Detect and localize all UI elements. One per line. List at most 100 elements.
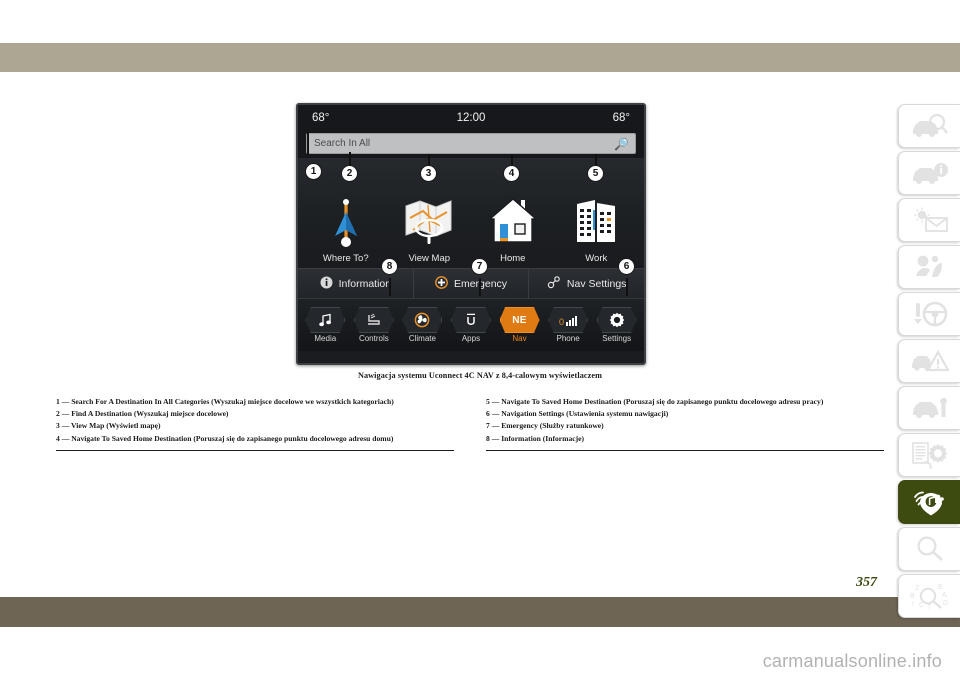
sidebar-item-car-info[interactable] — [898, 151, 960, 195]
taskbar-item-controls[interactable]: Controls — [352, 307, 396, 343]
sidebar-item-index[interactable]: ZBI CT EAD — [898, 574, 960, 618]
status-bar: 68° 12:00 68° — [298, 105, 644, 131]
info-circle-icon — [320, 276, 333, 292]
plus-circle-icon — [435, 275, 448, 292]
music-note-icon — [305, 307, 346, 333]
bottom-decorative-band — [0, 597, 960, 627]
action-label: Emergency — [453, 277, 508, 290]
nav-settings-icon — [547, 275, 561, 292]
sidebar-item-car-search[interactable] — [898, 104, 960, 148]
search-placeholder: Search In All — [314, 138, 371, 149]
taskbar-item-nav[interactable]: NE Nav — [498, 307, 542, 343]
legend-columns: 1 — Search For A Destination In All Cate… — [56, 396, 896, 451]
temp-right: 68° — [612, 112, 630, 124]
signal-bars-icon: 0 — [548, 307, 589, 333]
callout-number: 7 — [476, 261, 483, 272]
svg-text:Z: Z — [915, 585, 920, 592]
callout-number: 5 — [592, 168, 599, 179]
taskbar: Media Controls Climate Apps NE Nav 0 Pho… — [298, 298, 644, 351]
sidebar-item-car-wrench[interactable] — [898, 386, 960, 430]
taskbar-label: Media — [314, 334, 337, 343]
steering-wheel-icon — [912, 301, 948, 327]
legend-item: 4 — Navigate To Saved Home Destination (… — [56, 433, 394, 443]
magnifier-icon — [913, 536, 947, 562]
clock: 12:00 — [456, 112, 486, 124]
apps-u-icon — [450, 307, 491, 333]
sidebar-item-multimedia-nav[interactable] — [898, 480, 960, 524]
action-label: Nav Settings — [566, 277, 627, 290]
leader-line-6 — [626, 278, 628, 296]
legend-column-right: 5 — Navigate To Saved Home Destination (… — [486, 396, 886, 451]
leader-line-1 — [307, 131, 309, 155]
svg-text:D: D — [943, 600, 948, 607]
legend-item: 8 — Information (Informacje) — [486, 433, 585, 443]
tile-label: Where To? — [322, 253, 369, 264]
sidebar-item-search[interactable] — [898, 527, 960, 571]
callout-3: 3 — [420, 165, 437, 182]
tile-label: Home — [500, 253, 526, 264]
search-input[interactable]: Search In All 🔍 — [306, 133, 636, 154]
sidebar-item-safety-seat[interactable] — [898, 245, 960, 289]
callout-7: 7 — [471, 258, 488, 275]
top-decorative-band — [0, 43, 960, 72]
action-emergency[interactable]: Emergency — [414, 269, 530, 298]
tile-where-to[interactable]: Where To? — [311, 188, 381, 264]
sidebar-item-steering-wheel[interactable] — [898, 292, 960, 336]
compass-ne-icon: NE — [499, 307, 540, 333]
svg-text:0: 0 — [559, 317, 564, 327]
callout-number: 1 — [310, 166, 317, 177]
sidebar-item-climate-mail[interactable] — [898, 198, 960, 242]
house-icon — [487, 188, 538, 250]
taskbar-label: Nav — [512, 334, 527, 343]
legend-item: 2 — Find A Destination (Wyszukaj miejsce… — [56, 409, 229, 419]
legend-divider — [56, 449, 454, 451]
legend-item: 3 — View Map (Wyświetl mapę) — [56, 421, 161, 431]
svg-text:T: T — [927, 604, 932, 610]
search-icon[interactable]: 🔍 — [614, 137, 629, 151]
office-building-icon — [573, 188, 619, 250]
callout-number: 3 — [425, 168, 432, 179]
warning-triangle-icon — [911, 348, 949, 374]
action-information[interactable]: Information — [298, 269, 414, 298]
section-tabs: ZBI CT EAD — [898, 104, 960, 618]
svg-text:I: I — [912, 601, 914, 608]
uconnect-screen: 68° 12:00 68° Search In All 🔍 Where To? … — [296, 103, 646, 365]
tile-home[interactable]: Home — [478, 188, 548, 264]
car-wrench-icon — [911, 395, 949, 421]
svg-text:B: B — [910, 593, 915, 600]
tile-view-map[interactable]: View Map — [394, 188, 464, 264]
tile-label: View Map — [408, 253, 451, 264]
tile-label: Work — [585, 253, 608, 264]
tile-work[interactable]: Work — [561, 188, 631, 264]
taskbar-label: Controls — [358, 334, 389, 343]
fan-icon — [402, 307, 443, 333]
legend-divider — [486, 449, 884, 451]
leader-line-7 — [479, 278, 481, 296]
callout-number: 6 — [623, 261, 630, 272]
taskbar-item-climate[interactable]: Climate — [400, 307, 444, 343]
specs-gear-icon — [911, 441, 949, 469]
multimedia-nav-icon — [912, 488, 948, 516]
leader-line-8 — [389, 278, 391, 296]
sidebar-item-specs-gear[interactable] — [898, 433, 960, 477]
map-magnifier-icon — [403, 188, 455, 250]
safety-seat-icon — [912, 254, 948, 280]
taskbar-item-apps[interactable]: Apps — [449, 307, 493, 343]
taskbar-label: Phone — [556, 334, 580, 343]
callout-5: 5 — [587, 165, 604, 182]
svg-text:E: E — [938, 584, 943, 591]
seat-icon — [353, 307, 394, 333]
sidebar-item-warning-triangle[interactable] — [898, 339, 960, 383]
navigation-arrow-icon — [331, 188, 361, 250]
callout-number: 2 — [346, 168, 353, 179]
callout-8: 8 — [381, 258, 398, 275]
taskbar-item-settings[interactable]: Settings — [595, 307, 639, 343]
taskbar-item-phone[interactable]: 0 Phone — [546, 307, 590, 343]
manual-page: 68° 12:00 68° Search In All 🔍 Where To? … — [0, 0, 960, 678]
action-bar: Information Emergency Nav Settings — [298, 268, 644, 298]
taskbar-item-media[interactable]: Media — [303, 307, 347, 343]
callout-number: 4 — [508, 168, 515, 179]
climate-mail-icon — [911, 207, 949, 233]
taskbar-label: Climate — [408, 334, 436, 343]
svg-text:A: A — [942, 592, 947, 599]
